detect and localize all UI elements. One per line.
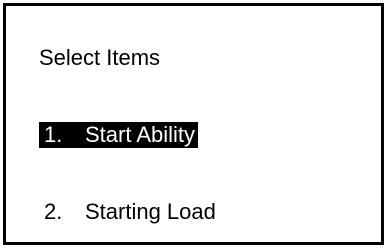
- menu-item-label: Start Ability: [85, 122, 196, 147]
- menu-item-starting-load[interactable]: 2. Starting Load: [39, 199, 219, 225]
- menu-item-number: 1.: [44, 122, 63, 147]
- menu-item-label: Starting Load: [85, 199, 216, 224]
- menu-item-number: 2.: [44, 199, 63, 224]
- lcd-screen: Select Items 1. Start Ability 2. Startin…: [3, 3, 384, 245]
- screen-title: Select Items: [39, 45, 161, 70]
- menu-item-start-ability[interactable]: 1. Start Ability: [39, 122, 199, 148]
